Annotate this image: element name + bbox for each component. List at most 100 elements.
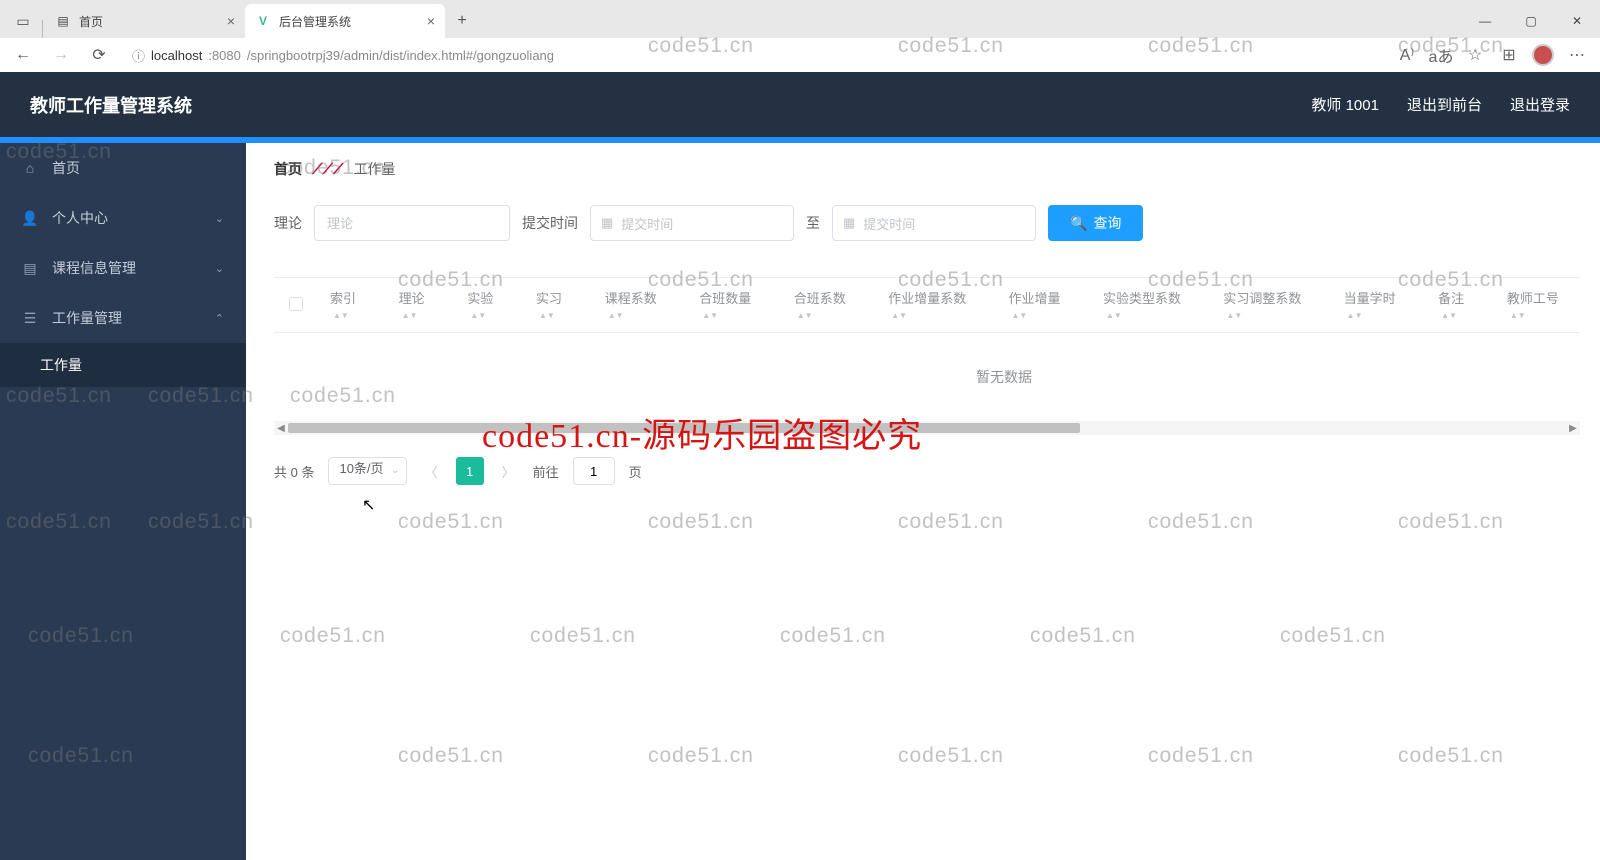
- site-info-icon[interactable]: ⓘ: [132, 46, 145, 65]
- scroll-right-icon[interactable]: ▶: [1566, 423, 1580, 434]
- sort-icon[interactable]: ▲▼: [402, 313, 418, 319]
- sort-icon[interactable]: ▲▼: [1347, 313, 1363, 319]
- search-button[interactable]: 🔍 查询: [1048, 205, 1143, 241]
- date-placeholder: 提交时间: [863, 214, 915, 233]
- page-number-current[interactable]: 1: [456, 457, 484, 485]
- house-icon: ⌂: [22, 160, 38, 176]
- user-name[interactable]: 教师 1001: [1311, 94, 1379, 115]
- breadcrumb-current: 工作量: [354, 159, 396, 179]
- breadcrumb-home[interactable]: 首页: [274, 159, 302, 179]
- col-theory[interactable]: 理论▲▼: [387, 278, 456, 333]
- tab-title: 首页: [79, 13, 103, 30]
- profile-button[interactable]: [1528, 40, 1558, 70]
- page-size-select[interactable]: 10条/页 ⌄: [328, 457, 406, 485]
- sort-icon[interactable]: ▲▼: [891, 313, 907, 319]
- chevron-down-icon: ⌄: [391, 465, 399, 476]
- theory-input[interactable]: [314, 205, 510, 241]
- col-remark[interactable]: 备注▲▼: [1426, 278, 1495, 333]
- logout-link[interactable]: 退出登录: [1510, 94, 1570, 115]
- read-aloud-icon[interactable]: A⁾: [1392, 40, 1422, 70]
- sort-icon[interactable]: ▲▼: [1012, 313, 1028, 319]
- close-icon[interactable]: ×: [427, 13, 435, 29]
- list-icon: ▤: [22, 260, 38, 276]
- sidebar-item-label: 工作量: [40, 355, 82, 375]
- col-hw-incr[interactable]: 作业增量▲▼: [997, 278, 1092, 333]
- sort-icon[interactable]: ▲▼: [1106, 313, 1122, 319]
- tab-list-button[interactable]: ▭: [6, 4, 40, 38]
- col-equiv-hours[interactable]: 当量学时▲▼: [1332, 278, 1427, 333]
- scroll-thumb[interactable]: [288, 423, 1080, 433]
- checkbox[interactable]: [289, 297, 303, 311]
- sort-icon[interactable]: ▲▼: [539, 313, 555, 319]
- app-root: 教师工作量管理系统 教师 1001 退出到前台 退出登录 ⌂ 首页 👤 个人中心…: [0, 72, 1600, 860]
- window-controls: — ▢ ✕: [1462, 4, 1600, 38]
- sidebar-item-home[interactable]: ⌂ 首页: [0, 143, 246, 193]
- col-combined-count[interactable]: 合班数量▲▼: [687, 278, 782, 333]
- translate-icon[interactable]: aあ: [1426, 40, 1456, 70]
- sort-icon[interactable]: ▲▼: [470, 313, 486, 319]
- sidebar-item-label: 工作量管理: [52, 308, 122, 328]
- select-all-header[interactable]: [274, 278, 318, 333]
- col-practice[interactable]: 实习▲▼: [524, 278, 593, 333]
- breadcrumb: 首页 ⟋⟋⟋ 工作量: [274, 159, 1580, 179]
- horizontal-scrollbar[interactable]: ◀ ▶: [274, 421, 1580, 435]
- sidebar-item-course[interactable]: ▤ 课程信息管理 ⌄: [0, 243, 246, 293]
- goto-input[interactable]: [573, 457, 615, 485]
- col-hw-incr-coef[interactable]: 作业增量系数▲▼: [876, 278, 996, 333]
- new-tab-button[interactable]: +: [445, 4, 479, 38]
- filter-label-theory: 理论: [274, 213, 302, 233]
- prev-page-button[interactable]: 〈: [421, 462, 442, 481]
- refresh-button[interactable]: ⟳: [84, 40, 114, 70]
- next-page-button[interactable]: 〉: [498, 462, 519, 481]
- col-combined-coef[interactable]: 合班系数▲▼: [782, 278, 877, 333]
- favorites-icon[interactable]: ☆: [1460, 40, 1490, 70]
- menu-button[interactable]: ⋯: [1562, 40, 1592, 70]
- calendar-icon: ▦: [843, 215, 855, 231]
- col-course-coef[interactable]: 课程系数▲▼: [593, 278, 688, 333]
- pagination: 共 0 条 10条/页 ⌄ 〈 1 〉 前往 页: [274, 457, 1580, 485]
- minimize-button[interactable]: —: [1462, 4, 1508, 38]
- scroll-track[interactable]: [288, 422, 1566, 434]
- sort-icon[interactable]: ▲▼: [1510, 313, 1526, 319]
- url-path: /springbootrpj39/admin/dist/index.html#/…: [247, 48, 554, 63]
- col-exp-type-coef[interactable]: 实验类型系数▲▼: [1091, 278, 1211, 333]
- date-start-input[interactable]: ▦ 提交时间: [590, 205, 794, 241]
- browser-tab-1[interactable]: ▤ 首页 ×: [45, 4, 245, 38]
- forward-button[interactable]: →: [46, 40, 76, 70]
- sidebar-subitem-workload[interactable]: 工作量: [0, 343, 246, 387]
- col-teacher-id[interactable]: 教师工号▲▼: [1495, 278, 1580, 333]
- col-experiment[interactable]: 实验▲▼: [455, 278, 524, 333]
- sort-icon[interactable]: ▲▼: [1441, 313, 1457, 319]
- maximize-button[interactable]: ▢: [1508, 4, 1554, 38]
- goto-label: 前往: [533, 462, 559, 481]
- close-icon[interactable]: ×: [227, 13, 235, 29]
- sort-icon[interactable]: ▲▼: [333, 313, 349, 319]
- sidebar-item-personal[interactable]: 👤 个人中心 ⌄: [0, 193, 246, 243]
- sort-icon[interactable]: ▲▼: [797, 313, 813, 319]
- sort-icon[interactable]: ▲▼: [1226, 313, 1242, 319]
- scroll-left-icon[interactable]: ◀: [274, 423, 288, 434]
- sort-icon[interactable]: ▲▼: [702, 313, 718, 319]
- breadcrumb-sep-icon: ⟋⟋⟋: [312, 161, 344, 178]
- browser-tab-2[interactable]: V 后台管理系统 ×: [245, 4, 445, 38]
- browser-chrome: ▭ ▤ 首页 × V 后台管理系统 × + — ▢ ✕ ← → ⟳ ⓘ loca…: [0, 0, 1600, 72]
- collections-icon[interactable]: ⊞: [1494, 40, 1524, 70]
- col-index[interactable]: 索引▲▼: [318, 278, 387, 333]
- col-practice-adj-coef[interactable]: 实习调整系数▲▼: [1211, 278, 1331, 333]
- page-suffix: 页: [629, 462, 642, 481]
- url-field[interactable]: ⓘ localhost:8080/springbootrpj39/admin/d…: [122, 41, 642, 69]
- data-table: 索引▲▼ 理论▲▼ 实验▲▼ 实习▲▼ 课程系数▲▼ 合班数量▲▼ 合班系数▲▼…: [274, 278, 1580, 421]
- to-frontend-link[interactable]: 退出到前台: [1407, 94, 1482, 115]
- date-end-input[interactable]: ▦ 提交时间: [832, 205, 1036, 241]
- page-size-label: 10条/页: [339, 461, 383, 476]
- back-button[interactable]: ←: [8, 40, 38, 70]
- filter-bar: 理论 提交时间 ▦ 提交时间 至 ▦ 提交时间 🔍 查询: [274, 205, 1580, 241]
- url-port: :8080: [208, 48, 241, 63]
- close-window-button[interactable]: ✕: [1554, 4, 1600, 38]
- sort-icon[interactable]: ▲▼: [608, 313, 624, 319]
- sidebar-item-workload-mgmt[interactable]: ☰ 工作量管理 ⌃: [0, 293, 246, 343]
- search-button-label: 查询: [1093, 213, 1121, 233]
- sidebar-item-label: 个人中心: [52, 208, 108, 228]
- user-icon: 👤: [22, 210, 38, 226]
- address-bar: ← → ⟳ ⓘ localhost:8080/springbootrpj39/a…: [0, 38, 1600, 72]
